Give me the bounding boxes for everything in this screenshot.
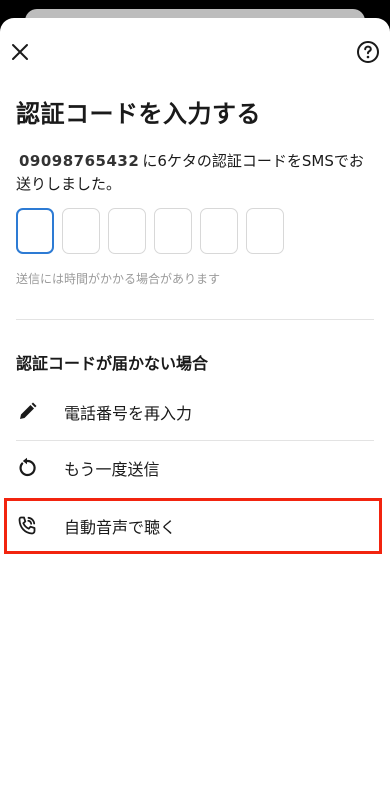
phone-number: 09098765432	[19, 152, 140, 170]
pencil-icon	[16, 400, 48, 424]
voice-call-option[interactable]: 自動音声で聴く	[16, 498, 374, 554]
sms-sent-message: 09098765432 に6ケタの認証コードをSMSでお送りしました。	[16, 150, 376, 196]
close-button[interactable]	[6, 38, 34, 66]
close-icon	[12, 44, 28, 60]
voice-call-label: 自動音声で聴く	[64, 518, 177, 537]
resend-label: もう一度送信	[64, 460, 160, 479]
top-bar	[0, 18, 390, 82]
verification-sheet: 認証コードを入力する 09098765432 に6ケタの認証コードをSMSでお送り…	[0, 18, 390, 799]
not-received-title: 認証コードが届かない場合	[16, 354, 209, 373]
section-divider	[16, 319, 374, 320]
phone-call-icon	[16, 514, 48, 538]
page-title: 認証コードを入力する	[16, 100, 261, 128]
code-digit-4[interactable]	[154, 208, 192, 254]
code-digit-2[interactable]	[62, 208, 100, 254]
code-digit-1[interactable]	[16, 208, 54, 254]
code-digit-6[interactable]	[246, 208, 284, 254]
reenter-phone-option[interactable]: 電話番号を再入力	[16, 384, 374, 441]
help-icon	[357, 41, 379, 63]
reenter-phone-label: 電話番号を再入力	[64, 404, 193, 423]
help-button[interactable]	[354, 38, 382, 66]
resend-option[interactable]: もう一度送信	[16, 440, 374, 496]
delivery-hint: 送信には時間がかかる場合があります	[16, 272, 221, 286]
refresh-icon	[16, 456, 48, 480]
code-input-group	[16, 208, 284, 254]
code-digit-5[interactable]	[200, 208, 238, 254]
code-digit-3[interactable]	[108, 208, 146, 254]
